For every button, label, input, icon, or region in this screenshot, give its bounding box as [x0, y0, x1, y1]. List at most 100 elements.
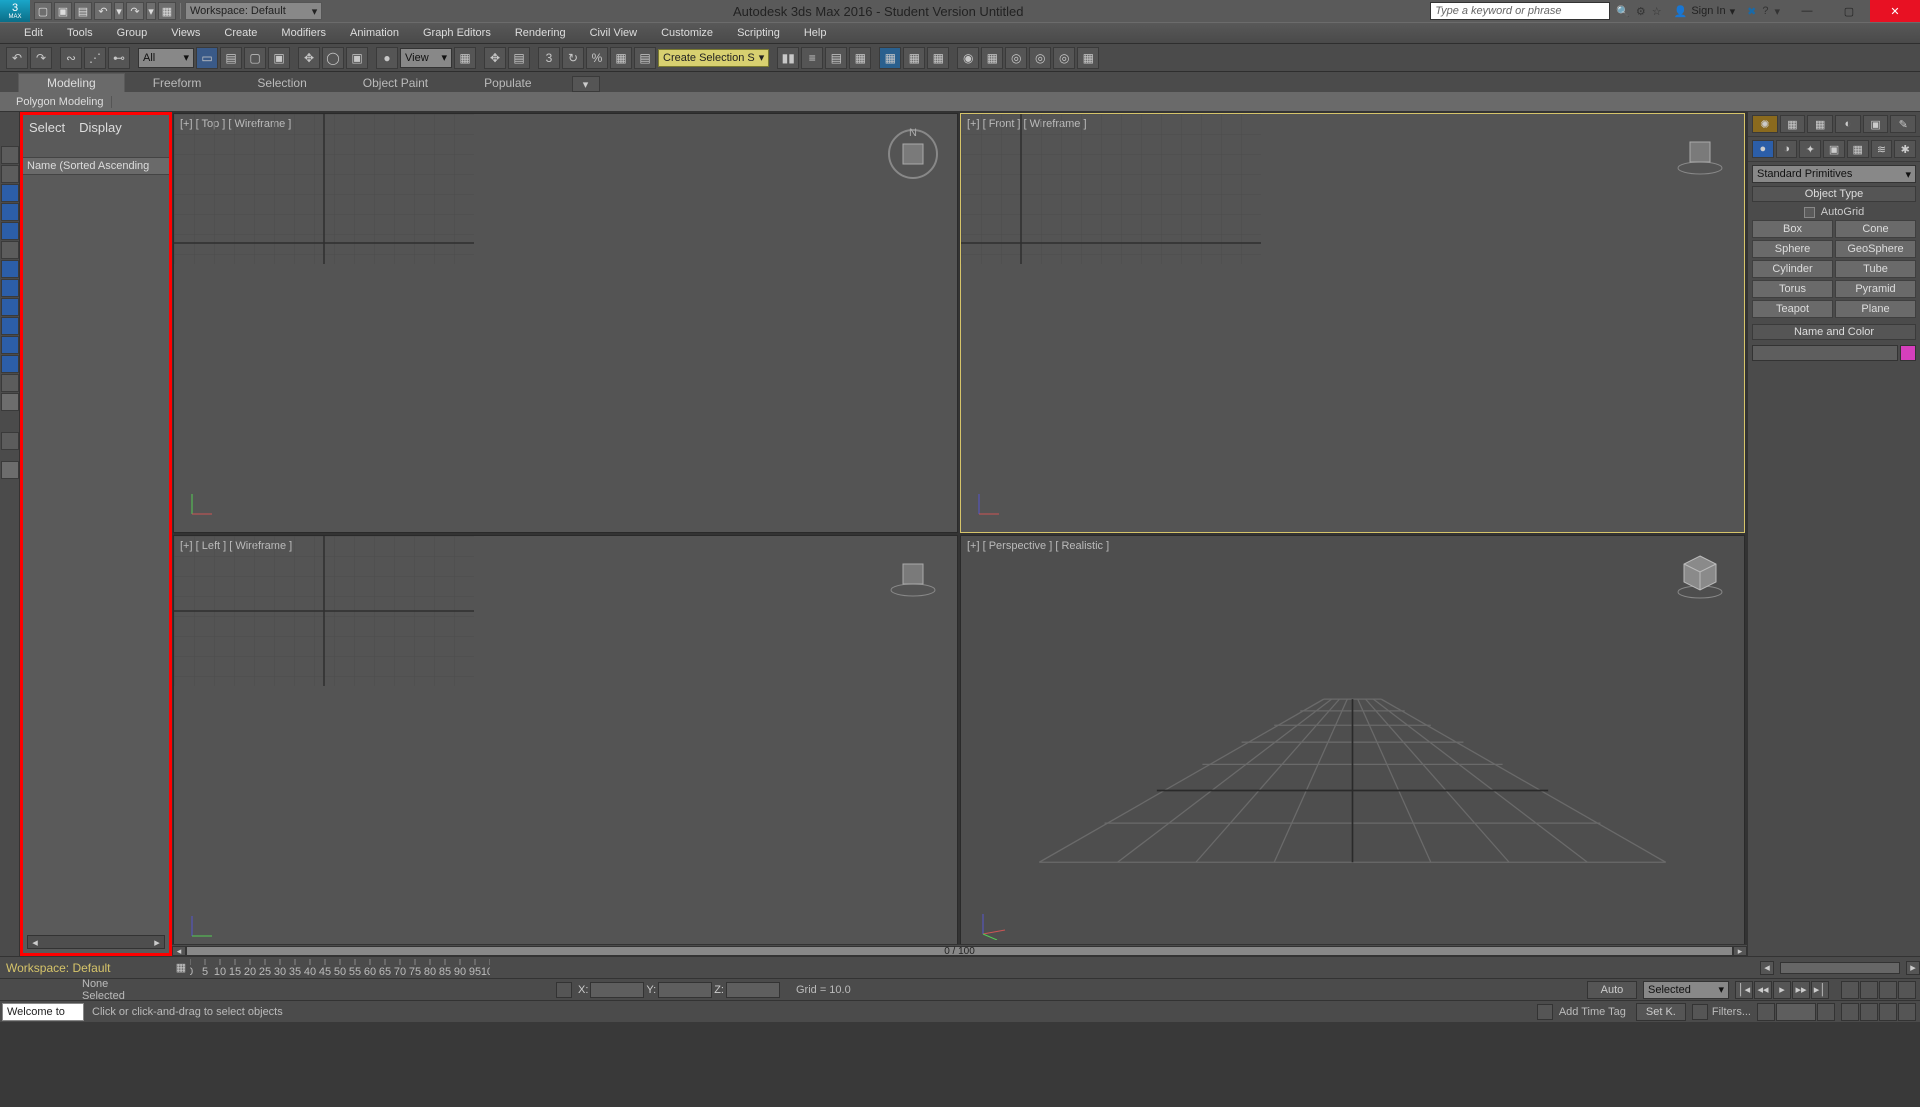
- project-icon[interactable]: ▦: [158, 2, 176, 20]
- goto-start-icon[interactable]: │◂: [1735, 981, 1753, 999]
- menu-tools[interactable]: Tools: [55, 22, 105, 44]
- add-time-tag[interactable]: Add Time Tag: [1559, 1006, 1636, 1018]
- se-display-none-icon[interactable]: [1, 165, 19, 183]
- named-selection-dropdown[interactable]: Create Selection S▾: [658, 49, 769, 67]
- se-cameras-icon[interactable]: [1, 241, 19, 259]
- cat-spacewarps-icon[interactable]: ≋: [1871, 140, 1893, 158]
- schematic-view-button[interactable]: ▦: [903, 47, 925, 69]
- snap-toggle-button[interactable]: 3: [538, 47, 560, 69]
- object-color-swatch[interactable]: [1900, 345, 1916, 361]
- help-icon[interactable]: ?: [1762, 5, 1768, 17]
- track-right-icon[interactable]: ▸: [1733, 946, 1747, 956]
- link-icon[interactable]: ∾: [60, 47, 82, 69]
- key-filters-icon[interactable]: [1692, 1004, 1708, 1020]
- prev-frame-icon[interactable]: ◂◂: [1754, 981, 1772, 999]
- viewcube-icon[interactable]: [1674, 128, 1726, 180]
- menu-modifiers[interactable]: Modifiers: [269, 22, 338, 44]
- render-activeshade-button[interactable]: ◎: [1053, 47, 1075, 69]
- search-input[interactable]: Type a keyword or phrase: [1430, 2, 1610, 20]
- mirror-button[interactable]: ▮▮: [777, 47, 799, 69]
- align-button[interactable]: ≡: [801, 47, 823, 69]
- se-tab-display[interactable]: Display: [79, 120, 122, 135]
- scroll-left-icon[interactable]: ◂: [28, 936, 42, 949]
- ribbon-tab-modeling[interactable]: Modeling: [18, 73, 125, 92]
- se-shapes-icon[interactable]: [1, 203, 19, 221]
- curve-editor-button[interactable]: ▦: [879, 47, 901, 69]
- spinner-snap-button[interactable]: ▦: [610, 47, 632, 69]
- pan-icon[interactable]: [1879, 1003, 1897, 1021]
- key-mode-dropdown[interactable]: Selected▾: [1643, 981, 1729, 999]
- undo-icon[interactable]: ↶: [94, 2, 112, 20]
- next-frame-icon[interactable]: ▸▸: [1792, 981, 1810, 999]
- menu-views[interactable]: Views: [159, 22, 212, 44]
- tab-motion-icon[interactable]: ◐: [1835, 115, 1861, 133]
- time-scroll-slider[interactable]: [1780, 962, 1900, 974]
- viewport-left[interactable]: [+] [ Left ] [ Wireframe ]: [173, 535, 958, 955]
- menu-customize[interactable]: Customize: [649, 22, 725, 44]
- se-h-scrollbar[interactable]: ◂ ▸: [27, 935, 165, 949]
- menu-help[interactable]: Help: [792, 22, 839, 44]
- current-frame-input[interactable]: [1776, 1003, 1816, 1021]
- isolate-icon[interactable]: [1841, 981, 1859, 999]
- layers-button[interactable]: ▤: [825, 47, 847, 69]
- cat-geometry-icon[interactable]: ●: [1752, 140, 1774, 158]
- rotate-button[interactable]: ◯: [322, 47, 344, 69]
- rendered-frame-button[interactable]: ▦: [981, 47, 1003, 69]
- slider-right-icon[interactable]: ▸: [1906, 961, 1920, 975]
- angle-snap-button[interactable]: ↻: [562, 47, 584, 69]
- se-column-header[interactable]: Name (Sorted Ascending: [23, 157, 169, 175]
- viewport-top[interactable]: [+] [ Top ] [ Wireframe ] N: [173, 113, 958, 533]
- timeline-config-icon[interactable]: ▦: [172, 961, 190, 974]
- menu-create[interactable]: Create: [212, 22, 269, 44]
- select-object-button[interactable]: ▭: [196, 47, 218, 69]
- tab-create-icon[interactable]: ✺: [1752, 115, 1778, 133]
- goto-end-icon[interactable]: ▸│: [1811, 981, 1829, 999]
- se-xrefs-icon[interactable]: [1, 317, 19, 335]
- move-button[interactable]: ✥: [298, 47, 320, 69]
- next-key-icon[interactable]: [1817, 1003, 1835, 1021]
- se-frozen-icon[interactable]: [1, 374, 19, 392]
- subcategory-dropdown[interactable]: Standard Primitives▾: [1752, 165, 1916, 183]
- cat-cameras-icon[interactable]: ▣: [1823, 140, 1845, 158]
- material-editor-button[interactable]: ▦: [927, 47, 949, 69]
- maxscript-listener[interactable]: Welcome to: [2, 1003, 84, 1021]
- toggle-ribbon-button[interactable]: ▦: [849, 47, 871, 69]
- maximize-button[interactable]: ▢: [1828, 0, 1870, 22]
- nav1-icon[interactable]: [1860, 981, 1878, 999]
- se-helpers-icon[interactable]: [1, 260, 19, 278]
- se-tab-select[interactable]: Select: [29, 120, 65, 135]
- viewcube-icon[interactable]: [887, 550, 939, 602]
- btn-torus[interactable]: Torus: [1752, 280, 1833, 298]
- nav2-icon[interactable]: [1879, 981, 1897, 999]
- se-geometry-icon[interactable]: [1, 184, 19, 202]
- window-crossing-button[interactable]: ▣: [268, 47, 290, 69]
- viewcube-icon[interactable]: N: [887, 128, 939, 180]
- x-input[interactable]: [590, 982, 644, 998]
- ref-coord-dropdown[interactable]: View▾: [400, 48, 452, 68]
- btn-geosphere[interactable]: GeoSphere: [1835, 240, 1916, 258]
- play-icon[interactable]: ▸: [1773, 981, 1791, 999]
- redo-history-icon[interactable]: ▾: [146, 2, 156, 20]
- se-containers-icon[interactable]: [1, 355, 19, 373]
- tab-display-icon[interactable]: ▣: [1863, 115, 1889, 133]
- se-groups-icon[interactable]: [1, 298, 19, 316]
- new-icon[interactable]: ▢: [34, 2, 52, 20]
- z-input[interactable]: [726, 982, 780, 998]
- select-region-button[interactable]: ▢: [244, 47, 266, 69]
- maximize-viewport-icon[interactable]: [1898, 1003, 1916, 1021]
- undo-history-icon[interactable]: ▾: [114, 2, 124, 20]
- cat-helpers-icon[interactable]: ▦: [1847, 140, 1869, 158]
- percent-snap-button[interactable]: %: [586, 47, 608, 69]
- menu-scripting[interactable]: Scripting: [725, 22, 792, 44]
- workspace-dropdown[interactable]: Workspace: Default ▾: [185, 2, 322, 20]
- use-center-button[interactable]: ▦: [454, 47, 476, 69]
- se-hidden-icon[interactable]: [1, 393, 19, 411]
- binoculars-icon[interactable]: 🔍: [1616, 5, 1630, 18]
- undo-button[interactable]: ↶: [6, 47, 28, 69]
- nav3-icon[interactable]: [1898, 981, 1916, 999]
- ribbon-tab-object-paint[interactable]: Object Paint: [335, 74, 456, 92]
- ribbon-tab-selection[interactable]: Selection: [229, 74, 334, 92]
- chevron-down-icon[interactable]: ▾: [1774, 5, 1780, 18]
- menu-civil-view[interactable]: Civil View: [578, 22, 649, 44]
- app-logo-icon[interactable]: 3MAX: [0, 0, 30, 22]
